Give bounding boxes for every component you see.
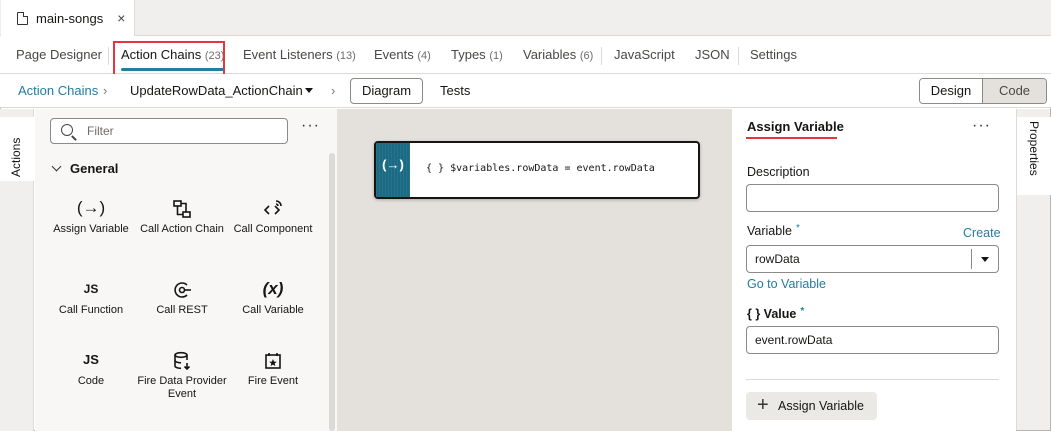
chevron-right-icon: › [103,83,108,98]
properties-side-tab[interactable]: Properties [1017,117,1051,195]
tab-events[interactable]: Events (4) [374,36,431,74]
actions-palette: ··· General (→) Assign Variable Call Act… [35,109,337,431]
description-label: Description [747,165,810,179]
diagram-canvas[interactable]: (→) { } $variables.rowData = event.rowDa… [337,109,732,431]
add-assign-variable-button[interactable]: + Assign Variable [746,392,877,420]
design-toggle-button[interactable]: Design [920,79,983,103]
right-side-tabs: Properties [1016,109,1051,430]
chevron-right-icon: › [331,83,336,98]
assign-variable-node[interactable]: (→) { } $variables.rowData = event.rowDa… [374,141,700,199]
call-rest-icon [137,276,227,302]
title-underline [746,137,837,139]
database-icon [137,347,227,373]
value-label: { } Value * [747,306,805,321]
chevron-down-icon[interactable] [305,88,313,93]
code-toggle-button[interactable]: Code [983,79,1046,103]
action-call-rest[interactable]: Call REST [137,276,227,317]
tab-separator [738,47,739,65]
value-field[interactable]: event.rowData [746,326,999,354]
action-chain-icon [137,195,227,221]
variable-label: Variable * [747,223,800,238]
more-options-icon[interactable]: ··· [972,117,991,135]
tab-separator [108,47,109,65]
action-call-component[interactable]: Call Component [228,195,318,236]
plus-icon: + [757,394,769,416]
section-header-general[interactable]: General [51,161,118,176]
tab-json[interactable]: JSON [695,36,730,74]
tests-button[interactable]: Tests [440,74,470,108]
node-type-stripe: (→) [376,143,410,197]
chevron-down-icon[interactable] [981,257,989,262]
tab-highlight-box [113,41,225,78]
tab-settings[interactable]: Settings [750,36,797,74]
tab-event-listeners[interactable]: Event Listeners (13) [243,36,356,74]
action-assign-variable[interactable]: (→) Assign Variable [46,195,136,236]
tab-javascript[interactable]: JavaScript [614,36,675,74]
properties-panel: Assign Variable ··· Description Variable… [732,109,1016,431]
description-field[interactable] [746,184,999,212]
action-fire-data-provider-event[interactable]: Fire Data Provider Event [137,347,227,401]
tab-separator [601,47,602,65]
node-expression: { } $variables.rowData = event.rowData [426,163,655,174]
variable-select[interactable]: rowData [746,245,999,273]
chevron-down-icon [51,161,62,172]
tab-page-designer[interactable]: Page Designer [16,36,102,74]
diagram-button[interactable]: Diagram [350,78,423,104]
document-icon [17,11,28,25]
action-call-variable[interactable]: (x) Call Variable [228,276,318,317]
divider [746,379,999,380]
file-tab-name: main-songs [36,10,104,26]
action-code[interactable]: JS Code [46,347,136,388]
close-icon[interactable]: × [117,10,125,26]
file-tab-strip: main-songs × [0,0,1051,36]
filter-box[interactable] [50,118,288,144]
properties-title: Assign Variable [747,119,844,134]
create-variable-link[interactable]: Create [963,226,1001,240]
tab-variables[interactable]: Variables (6) [523,36,593,74]
actions-side-tab[interactable]: Actions [0,117,34,181]
assign-variable-icon: (→) [76,198,106,217]
code-icon: JS [83,352,99,367]
filter-input[interactable] [87,122,277,140]
breadcrumb: Action Chains › UpdateRowData_ActionChai… [0,74,1051,108]
file-tab[interactable]: main-songs × [1,0,135,36]
action-call-action-chain[interactable]: Call Action Chain [137,195,227,236]
calendar-star-icon [228,347,318,373]
go-to-variable-link[interactable]: Go to Variable [747,277,826,291]
call-variable-icon: (x) [262,279,284,298]
action-call-function[interactable]: JS Call Function [46,276,136,317]
call-component-icon [228,195,318,221]
call-function-icon: JS [83,282,99,296]
left-side-tabs: Actions [0,109,34,431]
tab-types[interactable]: Types (1) [451,36,503,74]
search-icon [61,124,73,136]
palette-scrollbar[interactable] [329,153,335,431]
action-fire-event[interactable]: Fire Event [228,347,318,388]
breadcrumb-action-chains[interactable]: Action Chains [18,74,98,108]
select-divider [971,249,972,269]
more-options-icon[interactable]: ··· [301,117,320,135]
assign-variable-icon: (→) [382,157,404,172]
breadcrumb-current-chain[interactable]: UpdateRowData_ActionChain [130,74,303,108]
view-toggle: Design Code [919,78,1047,104]
